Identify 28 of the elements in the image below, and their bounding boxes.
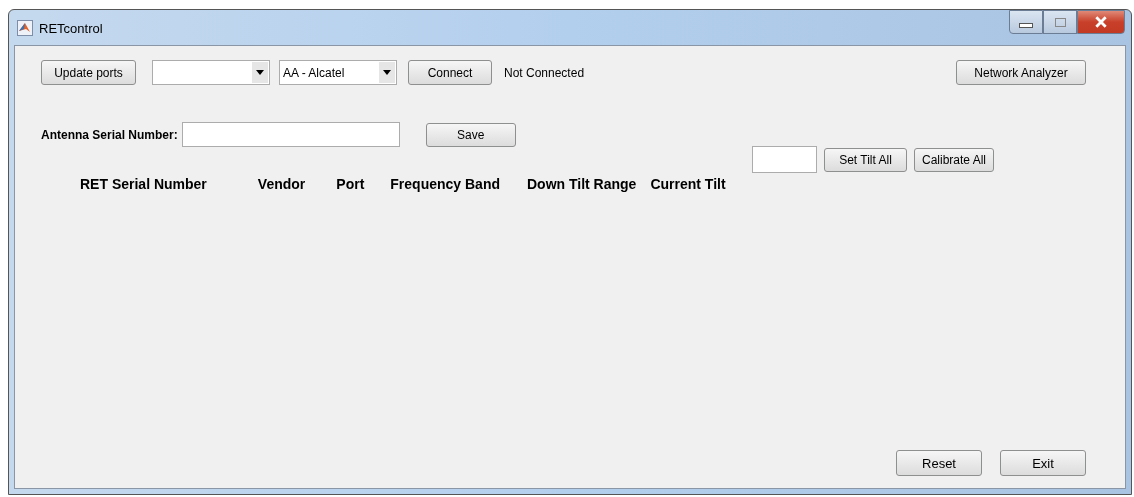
window-title: RETcontrol xyxy=(39,21,103,36)
reset-button[interactable]: Reset xyxy=(896,450,982,476)
column-header: Down Tilt Range xyxy=(527,176,637,192)
set-tilt-all-button[interactable]: Set Tilt All xyxy=(824,147,907,172)
maximize-button[interactable] xyxy=(1043,10,1077,34)
field-label: Antenna Serial Number: xyxy=(41,127,178,142)
caret-icon xyxy=(256,70,264,75)
app-icon xyxy=(17,20,33,36)
tilt-field[interactable] xyxy=(752,146,817,173)
minimize-button[interactable] xyxy=(1009,10,1043,34)
calibrate-all-button[interactable]: Calibrate All xyxy=(914,147,994,172)
column-header: Frequency Band xyxy=(390,176,500,192)
save-button[interactable]: Save xyxy=(425,122,516,147)
caret-icon xyxy=(383,70,391,75)
connect-button[interactable]: Connect xyxy=(408,60,492,85)
network-analyzer-button[interactable]: Network Analyzer xyxy=(956,60,1086,85)
column-header: Vendor xyxy=(257,176,306,192)
column-header: RET Serial Number xyxy=(80,176,207,192)
column-header: Port xyxy=(336,176,365,192)
column-header: Current Tilt xyxy=(650,176,726,192)
vendor-dropdown[interactable]: AA - Alcatel xyxy=(279,60,397,85)
close-icon xyxy=(1094,16,1108,28)
antenna-serial-field[interactable] xyxy=(181,122,400,147)
update-ports-button[interactable]: Update ports xyxy=(41,60,136,85)
port-dropdown[interactable] xyxy=(152,60,270,85)
close-button[interactable] xyxy=(1077,10,1125,34)
connection-status: Not Connected xyxy=(504,65,585,80)
exit-button[interactable]: Exit xyxy=(1000,450,1086,476)
